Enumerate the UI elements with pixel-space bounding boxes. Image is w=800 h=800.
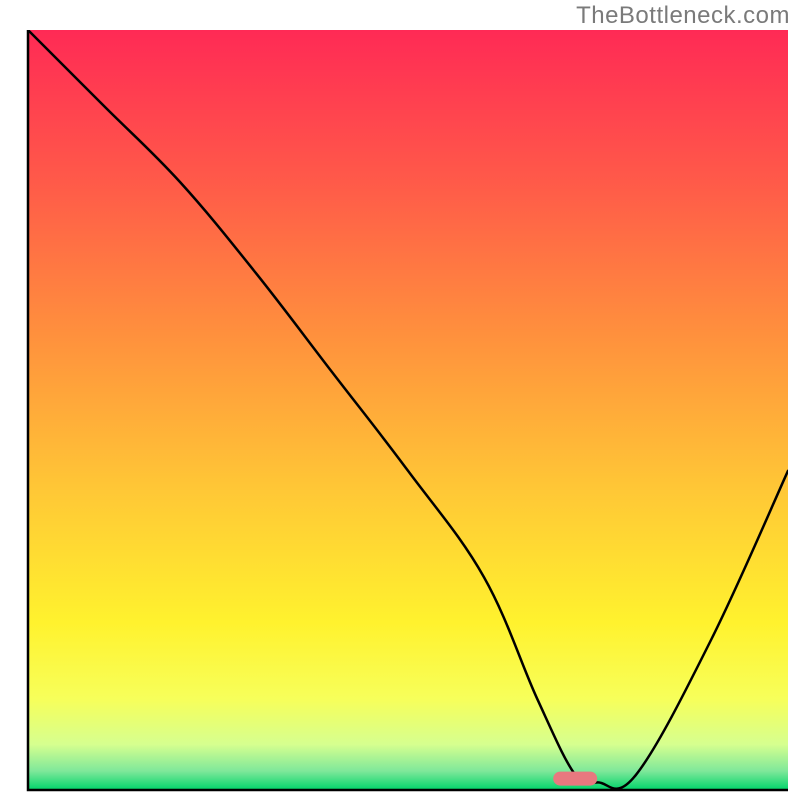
result-marker	[553, 772, 597, 786]
chart-container: { "watermark": "TheBottleneck.com", "cha…	[0, 0, 800, 800]
bottleneck-chart	[0, 0, 800, 800]
watermark-text: TheBottleneck.com	[576, 2, 790, 30]
